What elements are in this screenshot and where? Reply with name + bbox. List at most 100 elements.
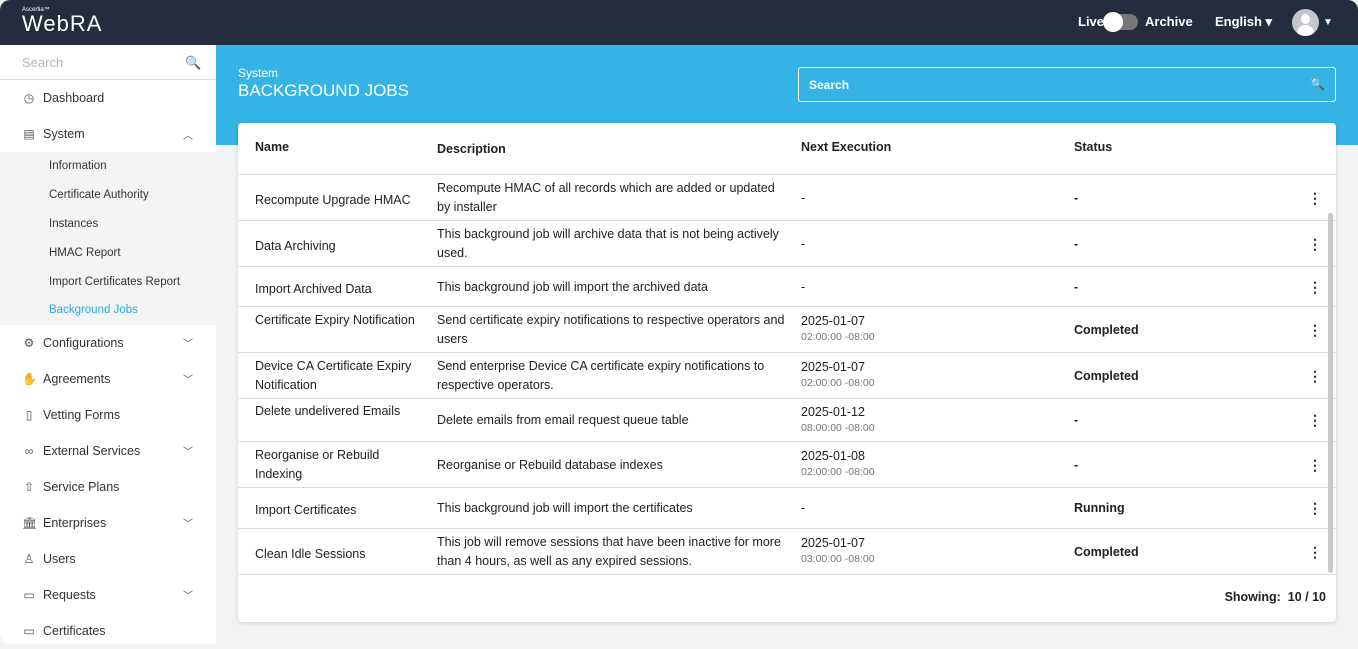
- archive-label: Archive: [1145, 14, 1193, 29]
- table-row[interactable]: Recompute Upgrade HMAC Recompute HMAC of…: [238, 175, 1336, 221]
- requests-icon: ▭: [23, 587, 35, 602]
- table-row[interactable]: Reorganise or Rebuild Indexing Reorganis…: [238, 442, 1336, 488]
- job-description: Send certificate expiry notifications to…: [437, 313, 785, 346]
- next-execution: -: [801, 190, 806, 205]
- chevron-down-icon[interactable]: ﹀: [183, 515, 193, 530]
- table-row[interactable]: Data Archiving This background job will …: [238, 221, 1336, 267]
- sidebar-item-users[interactable]: ♙ Users: [0, 541, 216, 577]
- search-icon[interactable]: 🔍: [185, 55, 201, 71]
- next-execution: -: [801, 279, 806, 294]
- logo[interactable]: Ascertia™ WebRA: [22, 7, 102, 36]
- job-description: Delete emails from email request queue t…: [437, 413, 689, 427]
- table-row[interactable]: Import Archived Data This background job…: [238, 267, 1336, 307]
- table-header: Name Description Next Execution Status: [238, 123, 1336, 175]
- sidebar-item-enterprises[interactable]: 🏛 Enterprises ﹀: [0, 505, 216, 541]
- job-name: Delete undelivered Emails: [255, 403, 401, 418]
- job-description: This job will remove sessions that have …: [437, 535, 781, 568]
- job-name: Import Certificates: [255, 503, 357, 517]
- next-execution: -: [801, 501, 806, 515]
- chevron-down-icon[interactable]: ﹀: [183, 443, 193, 458]
- job-name: Device CA Certificate Expiry Notificatio…: [255, 359, 412, 392]
- job-name: Import Archived Data: [255, 281, 372, 296]
- column-header[interactable]: Name: [255, 140, 289, 154]
- certificates-icon: ▭: [23, 623, 35, 638]
- chevron-down-icon[interactable]: ﹀: [183, 587, 193, 602]
- more-options-icon[interactable]: ⋮: [1308, 412, 1322, 429]
- sidebar-item-dashboard[interactable]: ◷ Dashboard: [0, 80, 216, 116]
- more-options-icon[interactable]: ⋮: [1308, 500, 1322, 517]
- live-archive-toggle[interactable]: [1103, 12, 1138, 32]
- sidebar-subitem[interactable]: Information: [0, 152, 216, 181]
- language-dropdown[interactable]: English ▾: [1215, 14, 1272, 30]
- next-execution: -: [801, 236, 806, 251]
- next-execution: 2025-01-08 02:00:00 -08:00: [801, 449, 875, 478]
- more-options-icon[interactable]: ⋮: [1308, 236, 1322, 253]
- sidebar: Search 🔍 ◷ Dashboard ▤ System ︿ Information Ce…: [0, 45, 216, 644]
- more-options-icon[interactable]: ⋮: [1308, 322, 1322, 339]
- showing-count: Showing: 10 / 10: [1224, 590, 1326, 604]
- sidebar-item-configurations[interactable]: ⚙ Configurations ﹀: [0, 325, 216, 361]
- top-bar: Ascertia™ WebRA Live Archive English ▾ ▼: [0, 0, 1358, 45]
- search-input[interactable]: Search 🔍: [798, 67, 1336, 102]
- status-badge: Completed: [1074, 368, 1139, 383]
- status-badge: -: [1074, 236, 1079, 251]
- sidebar-item-agreements[interactable]: ✋ Agreements ﹀: [0, 361, 216, 397]
- sidebar-search[interactable]: Search 🔍: [0, 45, 216, 80]
- chevron-down-icon[interactable]: ▼: [1323, 17, 1333, 28]
- more-options-icon[interactable]: ⋮: [1308, 279, 1322, 296]
- status-badge: Completed: [1074, 322, 1139, 337]
- users-icon: ♙: [23, 551, 35, 566]
- sidebar-subitem[interactable]: Import Certificates Report: [0, 267, 216, 296]
- table-row[interactable]: Certificate Expiry Notification Send cer…: [238, 307, 1336, 353]
- job-name: Recompute Upgrade HMAC: [255, 192, 411, 207]
- table-row[interactable]: Device CA Certificate Expiry Notificatio…: [238, 353, 1336, 399]
- sidebar-subitem[interactable]: Certificate Authority: [0, 181, 216, 210]
- avatar[interactable]: [1292, 9, 1319, 36]
- more-options-icon[interactable]: ⋮: [1308, 457, 1322, 474]
- scrollbar[interactable]: [1328, 213, 1333, 573]
- column-header[interactable]: Next Execution: [801, 140, 891, 154]
- enterprises-icon: 🏛: [22, 515, 38, 530]
- more-options-icon[interactable]: ⋮: [1308, 544, 1322, 561]
- next-execution: 2025-01-07 02:00:00 -08:00: [801, 314, 875, 343]
- column-header[interactable]: Status: [1074, 140, 1112, 154]
- status-badge: Completed: [1074, 544, 1139, 559]
- table-row[interactable]: Delete undelivered Emails Delete emails …: [238, 399, 1336, 442]
- search-icon[interactable]: 🔍: [1310, 77, 1325, 91]
- external-services-icon: ∞: [24, 443, 34, 458]
- configurations-icon: ⚙: [23, 335, 35, 350]
- sidebar-item-vetting-forms[interactable]: ▯ Vetting Forms: [0, 397, 216, 433]
- next-execution: 2025-01-07 02:00:00 -08:00: [801, 360, 875, 389]
- jobs-table: Name Description Next Execution Status Reco…: [238, 123, 1336, 622]
- job-name: Reorganise or Rebuild Indexing: [255, 448, 380, 481]
- column-header[interactable]: Description: [437, 140, 787, 159]
- table-row[interactable]: Import Certificates This background job …: [238, 488, 1336, 529]
- job-description: Send enterprise Device CA certificate ex…: [437, 359, 765, 392]
- status-badge: Running: [1074, 501, 1125, 515]
- chevron-down-icon[interactable]: ﹀: [183, 335, 193, 350]
- sidebar-item-external-services[interactable]: ∞ External Services ﹀: [0, 433, 216, 469]
- sidebar-item-service-plans[interactable]: ⇧ Service Plans: [0, 469, 216, 505]
- sidebar-item-system[interactable]: ▤ System ︿: [0, 116, 216, 152]
- chevron-up-icon[interactable]: ︿: [183, 127, 193, 142]
- more-options-icon[interactable]: ⋮: [1308, 190, 1322, 207]
- more-options-icon[interactable]: ⋮: [1308, 368, 1322, 385]
- sidebar-item-certificates[interactable]: ▭ Certificates: [0, 613, 216, 649]
- job-name: Certificate Expiry Notification: [255, 313, 415, 327]
- sidebar-item-requests[interactable]: ▭ Requests ﹀: [0, 577, 216, 613]
- job-description: This background job will import the arch…: [437, 279, 708, 294]
- breadcrumb[interactable]: System: [238, 66, 278, 80]
- page-title: BACKGROUND JOBS: [238, 81, 409, 100]
- live-label: Live: [1078, 14, 1105, 29]
- job-name: Clean Idle Sessions: [255, 546, 366, 561]
- sidebar-subitem[interactable]: Instances: [0, 210, 216, 239]
- chevron-down-icon[interactable]: ﹀: [183, 371, 193, 386]
- sidebar-subitem[interactable]: Background Jobs: [0, 296, 216, 325]
- system-icon: ▤: [23, 127, 35, 141]
- table-row[interactable]: Clean Idle Sessions This job will remove…: [238, 529, 1336, 575]
- sidebar-subitem[interactable]: HMAC Report: [0, 238, 216, 267]
- job-description: This background job will archive data th…: [437, 227, 779, 260]
- job-name: Data Archiving: [255, 238, 336, 253]
- next-execution: 2025-01-12 08:00:00 -08:00: [801, 404, 875, 434]
- agreements-icon: ✋: [22, 371, 37, 386]
